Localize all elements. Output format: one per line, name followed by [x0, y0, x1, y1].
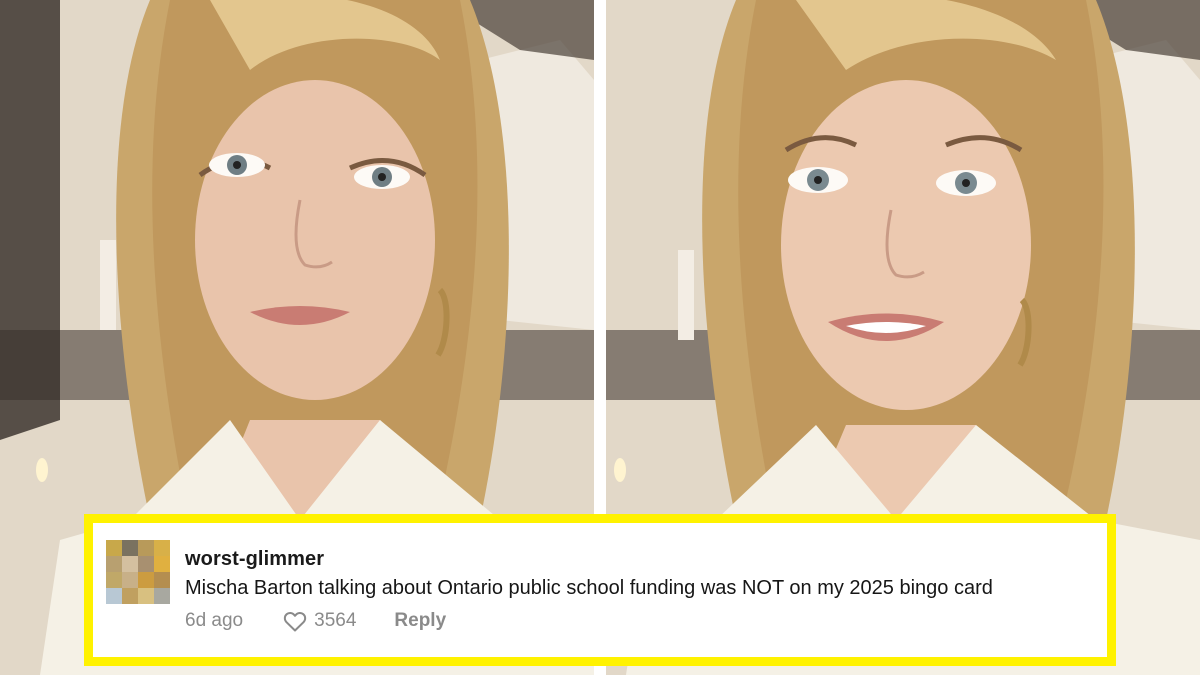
reply-button[interactable]: Reply — [394, 610, 446, 632]
avatar-pixel — [122, 556, 138, 572]
avatar-pixel — [122, 588, 138, 604]
avatar-pixel — [138, 540, 154, 556]
comment-card: worst-glimmer Mischa Barton talking abou… — [84, 514, 1116, 666]
avatar-pixel — [154, 588, 170, 604]
avatar-pixel — [154, 540, 170, 556]
avatar-pixel — [154, 572, 170, 588]
like-count: 3564 — [314, 610, 357, 631]
like-button[interactable]: 3564 — [283, 610, 356, 632]
avatar-pixel — [106, 540, 122, 556]
avatar-pixel — [122, 540, 138, 556]
avatar-pixel — [138, 588, 154, 604]
comment-username[interactable]: worst-glimmer — [185, 548, 324, 571]
avatar-pixel — [106, 572, 122, 588]
user-avatar[interactable] — [106, 540, 170, 604]
comment-text: Mischa Barton talking about Ontario publ… — [185, 577, 993, 599]
heart-outline-icon[interactable] — [283, 610, 307, 632]
avatar-pixel — [106, 588, 122, 604]
avatar-pixel — [138, 556, 154, 572]
avatar-pixel — [106, 556, 122, 572]
comment-meta: 6d ago 3564 Reply — [185, 607, 446, 635]
comment-timestamp: 6d ago — [185, 610, 244, 631]
avatar-pixel — [122, 572, 138, 588]
avatar-pixel — [138, 572, 154, 588]
avatar-pixel — [154, 556, 170, 572]
